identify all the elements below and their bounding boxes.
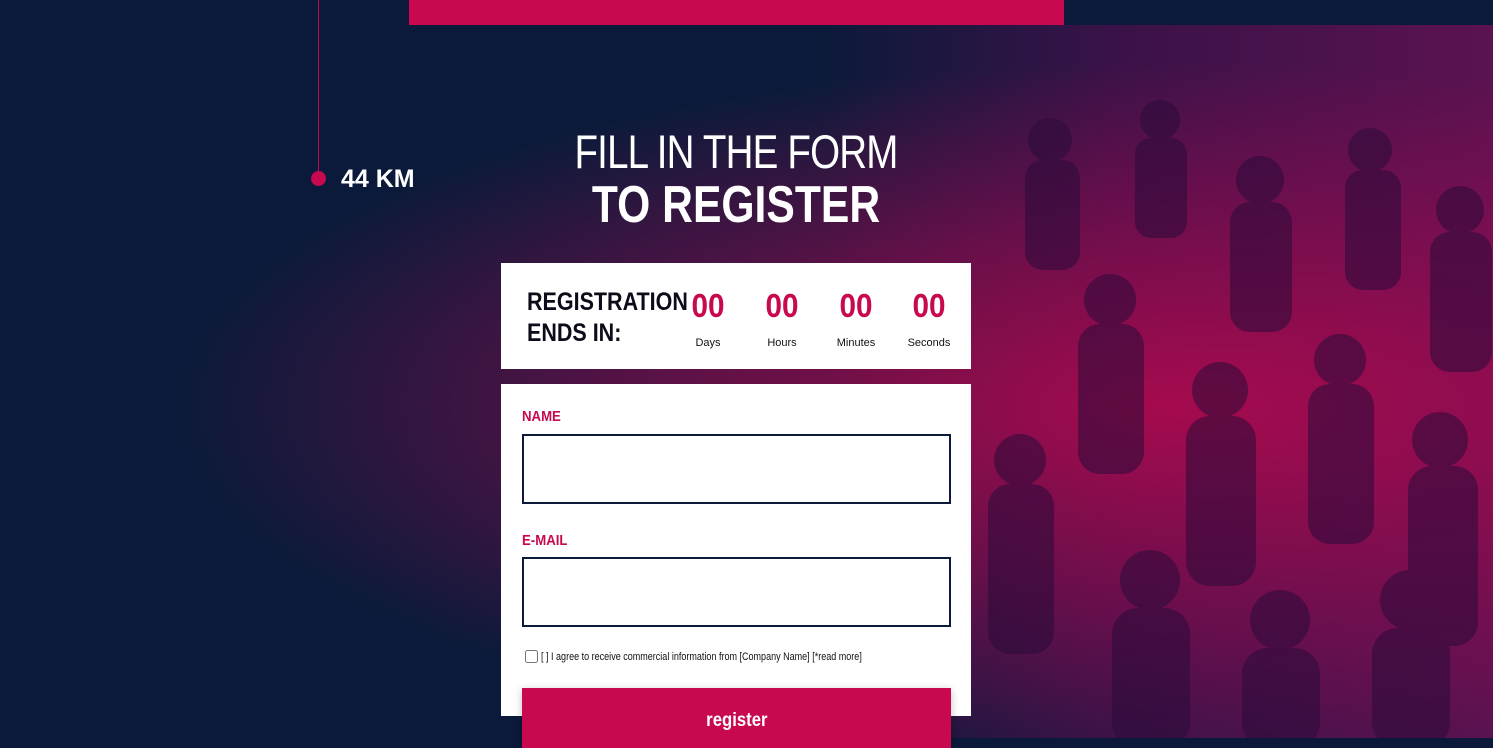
consent-checkbox[interactable] bbox=[525, 650, 538, 663]
countdown-seconds-caption: Seconds bbox=[907, 337, 951, 349]
distance-label: 44 KM bbox=[341, 165, 415, 193]
top-accent-bar bbox=[409, 0, 1064, 25]
title-line-1: FILL IN THE FORM bbox=[574, 125, 898, 178]
countdown-days: 00 Days bbox=[673, 287, 743, 349]
registration-countdown: REGISTRATION ENDS IN: 00 Days 00 Hours 0… bbox=[501, 263, 971, 369]
route-marker-dot bbox=[311, 171, 326, 186]
countdown-hours-value: 00 bbox=[765, 287, 799, 324]
registration-form: NAME E-MAIL [ ] I agree to receive comme… bbox=[501, 384, 971, 716]
name-label: NAME bbox=[522, 408, 561, 425]
countdown-label: REGISTRATION ENDS IN: bbox=[527, 287, 688, 349]
countdown-minutes: 00 Minutes bbox=[821, 287, 891, 349]
runners-crowd-image bbox=[988, 100, 1492, 738]
email-label: E-MAIL bbox=[522, 532, 568, 549]
countdown-hours: 00 Hours bbox=[747, 287, 817, 349]
consent-row: [ ] I agree to receive commercial inform… bbox=[525, 650, 932, 663]
consent-text[interactable]: [ ] I agree to receive commercial inform… bbox=[541, 651, 862, 663]
countdown-hours-caption: Hours bbox=[767, 337, 797, 349]
countdown-label-line-2: ENDS IN: bbox=[527, 319, 622, 347]
countdown-label-line-1: REGISTRATION bbox=[527, 288, 688, 316]
route-line bbox=[318, 0, 319, 172]
title-line-2: TO REGISTER bbox=[591, 176, 881, 234]
countdown-days-caption: Days bbox=[695, 337, 721, 349]
page-title: FILL IN THE FORM TO REGISTER bbox=[500, 128, 972, 231]
register-button[interactable]: register bbox=[522, 688, 951, 748]
top-bar-right bbox=[1064, 0, 1493, 25]
countdown-seconds-value: 00 bbox=[912, 287, 946, 324]
countdown-seconds: 00 Seconds bbox=[894, 287, 964, 349]
register-button-label: register bbox=[705, 709, 768, 731]
countdown-minutes-caption: Minutes bbox=[836, 337, 876, 349]
email-input[interactable] bbox=[522, 557, 951, 627]
countdown-minutes-value: 00 bbox=[839, 287, 873, 324]
countdown-days-value: 00 bbox=[691, 287, 725, 324]
name-input[interactable] bbox=[522, 434, 951, 504]
